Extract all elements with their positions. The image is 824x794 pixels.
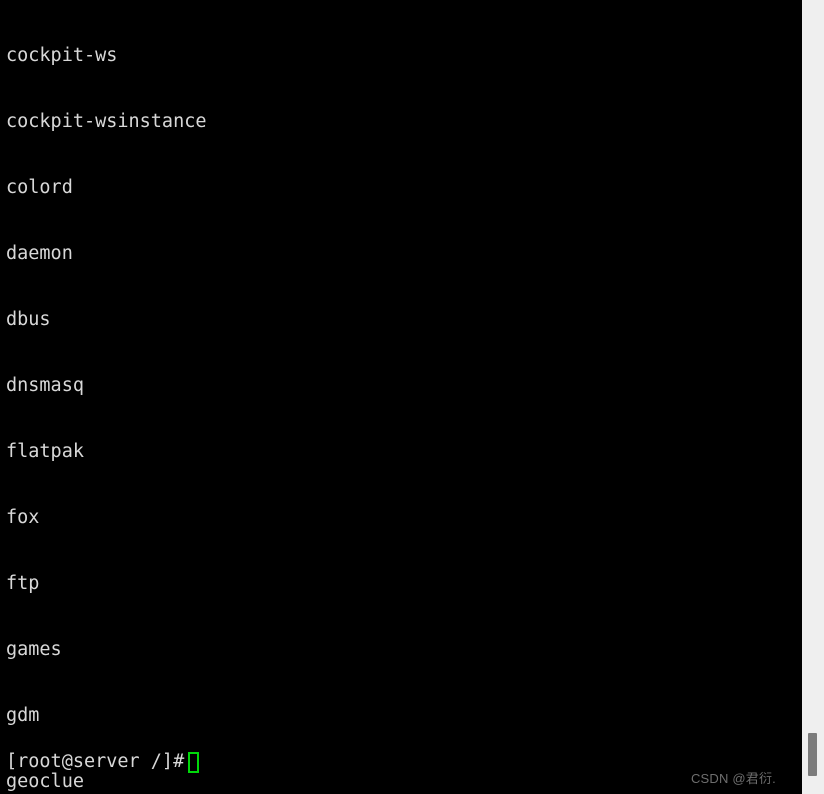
- output-line: cockpit-wsinstance: [6, 111, 207, 132]
- output-line: gdm: [6, 705, 40, 726]
- output-line: ftp: [6, 573, 40, 594]
- output-line: dnsmasq: [6, 375, 84, 396]
- scrollbar-thumb[interactable]: [808, 733, 817, 776]
- output-line: games: [6, 639, 62, 660]
- output-line: flatpak: [6, 441, 84, 462]
- vertical-scrollbar[interactable]: [802, 0, 824, 794]
- csdn-watermark: CSDN @君衍.: [690, 771, 776, 786]
- output-line: cockpit-ws: [6, 45, 118, 66]
- terminal-output: cockpit-ws cockpit-wsinstance colord dae…: [6, 1, 218, 794]
- output-line: fox: [6, 507, 40, 528]
- output-line: daemon: [6, 243, 73, 264]
- shell-prompt-line[interactable]: [root@server /]#: [6, 749, 200, 775]
- terminal-screen[interactable]: cockpit-ws cockpit-wsinstance colord dae…: [0, 0, 802, 794]
- terminal-window: cockpit-ws cockpit-wsinstance colord dae…: [0, 0, 824, 794]
- output-line: colord: [6, 177, 73, 198]
- output-line: dbus: [6, 309, 51, 330]
- text-cursor-icon: [188, 751, 200, 773]
- shell-prompt-text: [root@server /]#: [6, 751, 185, 772]
